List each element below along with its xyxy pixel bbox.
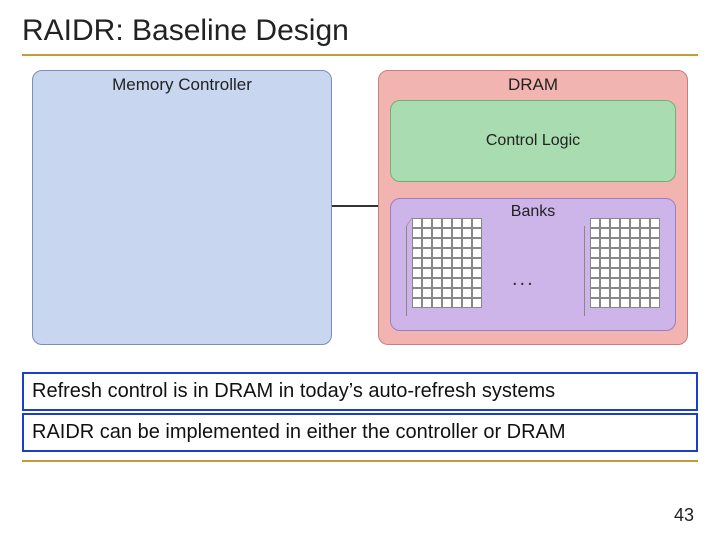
- title-divider: [22, 54, 698, 56]
- callout-group: Refresh control is in DRAM in today’s au…: [22, 372, 698, 452]
- bus-connector: [332, 205, 378, 207]
- dram-label: DRAM: [379, 75, 687, 95]
- bottom-divider: [22, 460, 698, 462]
- control-logic-box: Control Logic: [390, 100, 676, 182]
- architecture-diagram: Memory Controller DRAM Control Logic Ban…: [22, 70, 698, 370]
- callout-text: Refresh control is in DRAM in today’s au…: [22, 372, 698, 411]
- slide-title: RAIDR: Baseline Design: [0, 0, 720, 54]
- page-number: 43: [674, 505, 694, 526]
- control-logic-label: Control Logic: [391, 132, 675, 150]
- callout-text: RAIDR can be implemented in either the c…: [22, 413, 698, 452]
- memory-controller-box: Memory Controller: [32, 70, 332, 345]
- ellipsis-icon: ...: [512, 268, 535, 291]
- memory-controller-label: Memory Controller: [33, 75, 331, 95]
